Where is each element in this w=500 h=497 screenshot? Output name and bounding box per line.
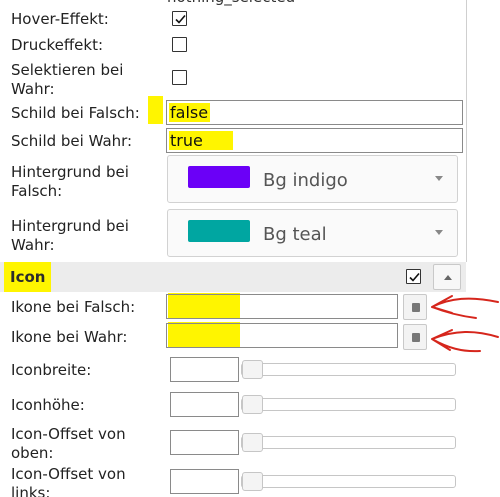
- previous-value-text: nothing_selected: [167, 0, 295, 6]
- icon-false-label: Ikone bei Falsch:: [11, 298, 136, 316]
- bg-false-label-line1: Hintergrund bei: [11, 163, 129, 181]
- annotation-arrow-false: [431, 295, 499, 319]
- highlight-mark: [148, 96, 163, 124]
- press-effect-label: Druckeffekt:: [11, 36, 104, 54]
- bg-true-select[interactable]: Bg teal: [167, 209, 458, 257]
- icon-offset-top-label-line2: oben:: [11, 444, 54, 462]
- icon-section-checkbox[interactable]: [406, 269, 421, 284]
- icon-width-input[interactable]: [170, 357, 239, 382]
- shield-true-label: Schild bei Wahr:: [11, 132, 133, 150]
- icon-offset-left-label-line2: links:: [11, 484, 51, 497]
- shield-true-input[interactable]: true: [166, 128, 463, 153]
- bg-true-label-line1: Hintergrund bei: [11, 217, 129, 235]
- checkmark-icon: [409, 272, 420, 282]
- picker-icon: [412, 303, 420, 312]
- bg-false-label: Hintergrund bei Falsch:: [11, 163, 129, 201]
- bg-true-label-line2: Wahr:: [11, 236, 55, 254]
- icon-height-input[interactable]: [170, 392, 239, 417]
- icon-picker-button-true[interactable]: [403, 324, 427, 350]
- picker-icon: [412, 333, 420, 342]
- checkmark-icon: [175, 14, 186, 24]
- chevron-down-icon: [435, 176, 443, 181]
- collapse-button[interactable]: [433, 264, 461, 290]
- icon-width-slider-track[interactable]: [241, 363, 456, 376]
- shield-false-input[interactable]: false: [166, 100, 463, 125]
- icon-height-slider-track[interactable]: [241, 398, 456, 411]
- panel-divider: [466, 0, 467, 262]
- icon-height-label: Iconhöhe:: [11, 396, 85, 414]
- icon-offset-left-slider-thumb[interactable]: [242, 472, 263, 491]
- icon-offset-left-label-line1: Icon-Offset von: [11, 465, 126, 483]
- bg-false-value: Bg indigo: [263, 170, 348, 191]
- select-when-true-checkbox[interactable]: [172, 70, 187, 85]
- hover-effect-checkbox[interactable]: [172, 11, 187, 26]
- select-when-true-label-line1: Selektieren bei: [11, 61, 124, 79]
- icon-true-input[interactable]: [166, 323, 398, 348]
- icon-picker-button-false[interactable]: [403, 294, 427, 320]
- color-swatch: [188, 166, 250, 188]
- bg-true-label: Hintergrund bei Wahr:: [11, 217, 129, 255]
- icon-offset-left-input[interactable]: [170, 469, 239, 494]
- icon-offset-top-slider-thumb[interactable]: [242, 433, 263, 452]
- select-when-true-label-line2: Wahr:: [11, 80, 55, 98]
- shield-false-value: false: [169, 103, 211, 122]
- icon-width-slider-thumb[interactable]: [242, 360, 263, 379]
- icon-section-header[interactable]: Icon: [0, 262, 466, 292]
- icon-section-title: Icon: [4, 262, 52, 292]
- bg-true-value: Bg teal: [263, 224, 327, 245]
- chevron-up-icon: [444, 275, 452, 280]
- icon-width-label: Iconbreite:: [11, 361, 92, 379]
- icon-false-input[interactable]: [166, 294, 398, 319]
- chevron-down-icon: [435, 230, 443, 235]
- color-swatch: [188, 220, 250, 242]
- bg-false-label-line2: Falsch:: [11, 182, 63, 200]
- icon-offset-top-slider-track[interactable]: [241, 436, 456, 449]
- shield-false-label: Schild bei Falsch:: [11, 104, 140, 122]
- icon-offset-top-input[interactable]: [170, 430, 239, 455]
- icon-height-slider-thumb[interactable]: [242, 395, 263, 414]
- icon-offset-top-label: Icon-Offset von oben:: [11, 425, 126, 463]
- hover-effect-label: Hover-Effekt:: [11, 10, 109, 28]
- icon-offset-left-label: Icon-Offset von links:: [11, 465, 126, 497]
- annotation-arrow-true: [431, 329, 499, 353]
- select-when-true-label: Selektieren bei Wahr:: [11, 61, 123, 99]
- press-effect-checkbox[interactable]: [172, 37, 187, 52]
- shield-true-value: true: [169, 131, 233, 150]
- icon-offset-top-label-line1: Icon-Offset von: [11, 425, 126, 443]
- icon-offset-left-slider-track[interactable]: [241, 475, 456, 488]
- icon-true-label: Ikone bei Wahr:: [11, 328, 128, 346]
- bg-false-select[interactable]: Bg indigo: [167, 155, 458, 203]
